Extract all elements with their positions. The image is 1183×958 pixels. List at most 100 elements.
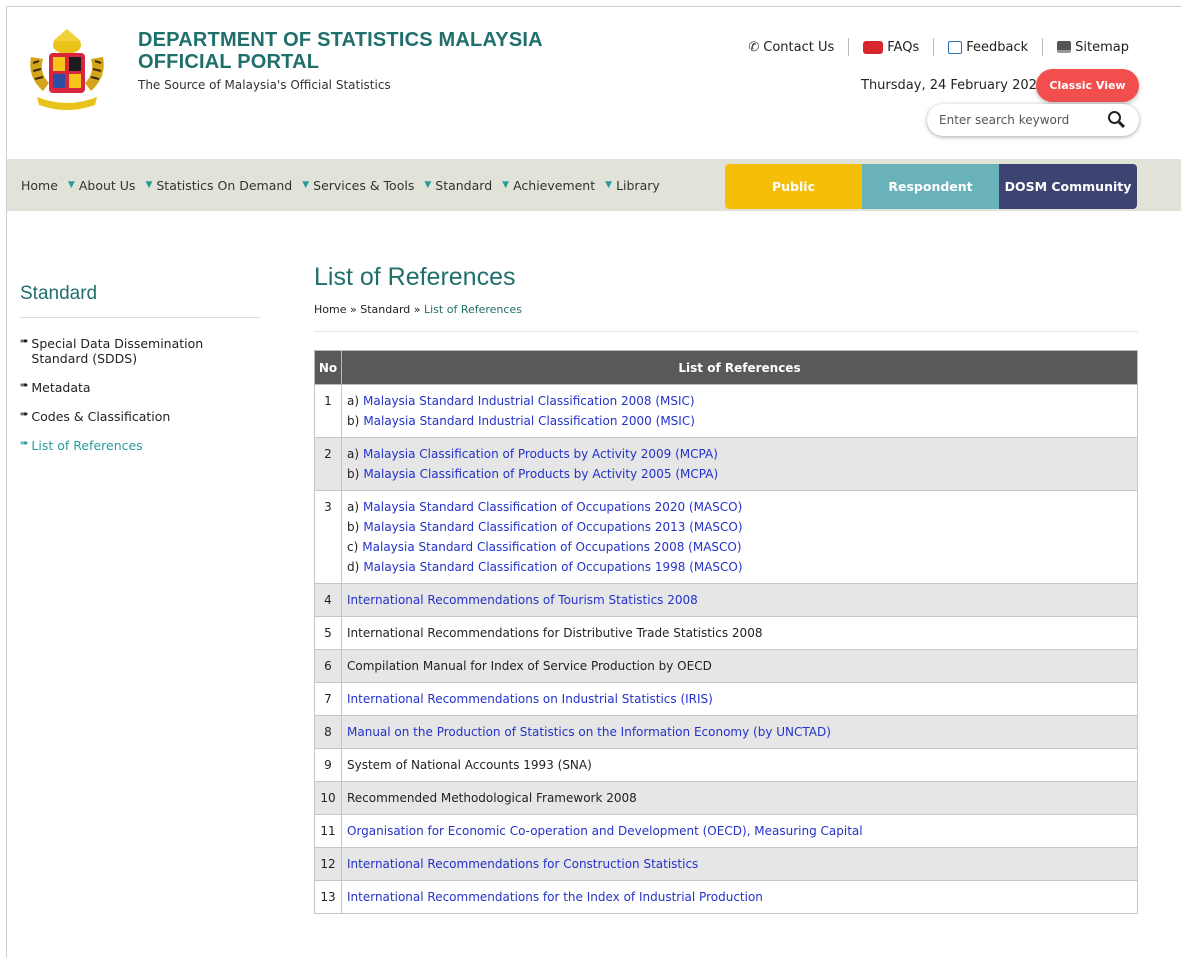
breadcrumb-home[interactable]: Home (314, 303, 346, 316)
nav-statistics-on-demand-label: Statistics On Demand (156, 177, 293, 193)
site-tagline: The Source of Malaysia's Official Statis… (138, 78, 391, 92)
arrow-right-icon: ➠ (20, 438, 29, 449)
reference-link[interactable]: Malaysia Standard Classification of Occu… (363, 500, 742, 514)
sitemap-link[interactable]: Sitemap (1042, 38, 1143, 56)
table-row: 13 International Recommendations for the … (314, 880, 1138, 914)
nav-services-tools-label: Services & Tools (313, 177, 415, 193)
contact-us-link[interactable]: ✆ Contact Us (748, 38, 848, 56)
reference-item-label: b) (347, 467, 360, 481)
reference-link[interactable]: Malaysia Standard Classification of Occu… (363, 560, 742, 574)
reference-item-label: b) (347, 520, 360, 534)
row-number: 5 (314, 616, 342, 650)
sidebar-item-label: Codes & Classification (31, 409, 171, 424)
reference-item: Manual on the Production of Statistics o… (347, 722, 1132, 742)
nav-home[interactable]: Home (21, 178, 58, 193)
reference-link[interactable]: Organisation for Economic Co-operation a… (347, 824, 863, 838)
reference-cell: Compilation Manual for Index of Service … (341, 649, 1138, 683)
reference-item-label: a) (347, 394, 360, 408)
sidebar-item-list-of-references[interactable]: ➠ List of References (20, 438, 260, 453)
reference-link[interactable]: International Recommendations for Constr… (347, 857, 698, 871)
reference-cell: a) Malaysia Standard Classification of Oc… (341, 490, 1138, 584)
reference-item-label: b) (347, 414, 360, 428)
reference-link[interactable]: Malaysia Standard Classification of Occu… (363, 520, 742, 534)
reference-item: b) Malaysia Standard Classification of Oc… (347, 517, 1132, 537)
reference-item: International Recommendations on Industr… (347, 689, 1132, 709)
reference-link[interactable]: International Recommendations on Industr… (347, 692, 713, 706)
search-icon[interactable] (1108, 111, 1121, 124)
reference-item: c) Malaysia Standard Classification of Oc… (347, 537, 1132, 557)
reference-item: b) Malaysia Standard Industrial Classific… (347, 411, 1132, 431)
feedback-link[interactable]: Feedback (933, 38, 1042, 56)
sidebar-item-label: Special Data Dissemination Standard (SDD… (31, 336, 204, 366)
nav-standard[interactable]: ▼ Standard (424, 178, 492, 193)
reference-link[interactable]: Malaysia Classification of Products by A… (363, 467, 718, 481)
page-title: List of References (314, 263, 516, 291)
row-number: 6 (314, 649, 342, 683)
audience-public-button[interactable]: Public (725, 164, 862, 209)
search-input[interactable] (939, 113, 1099, 127)
sitemap-icon (1057, 41, 1072, 53)
caret-down-icon: ▼ (302, 180, 310, 190)
faqs-label: FAQs (887, 39, 920, 55)
coat-of-arms-logo[interactable] (23, 27, 111, 113)
reference-item-label: a) (347, 447, 360, 461)
table-row: 6 Compilation Manual for Index of Service… (314, 649, 1138, 683)
nav-about-us[interactable]: ▼ About Us (68, 178, 136, 193)
reference-cell: System of National Accounts 1993 (SNA) (341, 748, 1138, 782)
table-row: 2 a) Malaysia Classification of Products b… (314, 437, 1138, 491)
sidebar-item-metadata[interactable]: ➠ Metadata (20, 380, 260, 395)
sidebar-item-sdds[interactable]: ➠ Special Data Dissemination Standard (SD… (20, 336, 260, 366)
sidebar: Standard ➠ Special Data Dissemination Sta… (20, 283, 260, 467)
nav-achievement[interactable]: ▼ Achievement (502, 178, 595, 193)
sidebar-item-codes-classification[interactable]: ➠ Codes & Classification (20, 409, 260, 424)
reference-cell: a) Malaysia Standard Industrial Classific… (341, 384, 1138, 438)
breadcrumb-standard[interactable]: Standard (360, 303, 410, 316)
reference-link[interactable]: Manual on the Production of Statistics o… (347, 725, 831, 739)
brand-block: DEPARTMENT OF STATISTICS MALAYSIA OFFICI… (138, 29, 543, 92)
caret-down-icon: ▼ (605, 180, 613, 190)
arrow-right-icon: ➠ (20, 380, 29, 391)
reference-link[interactable]: International Recommendations for the In… (347, 890, 763, 904)
faq-icon (863, 40, 884, 54)
table-row: 12 International Recommendations for Cons… (314, 847, 1138, 881)
nav-library-label: Library (616, 177, 660, 193)
breadcrumb-separator: » (413, 303, 421, 316)
reference-link[interactable]: Malaysia Standard Classification of Occu… (362, 540, 741, 554)
reference-link[interactable]: International Recommendations of Tourism… (347, 593, 698, 607)
audience-respondent-button[interactable]: Respondent (862, 164, 999, 209)
row-number: 4 (314, 583, 342, 617)
reference-text: Recommended Methodological Framework 200… (347, 791, 637, 805)
classic-view-button[interactable]: Classic View (1036, 69, 1139, 102)
row-number: 3 (314, 490, 342, 584)
search-box (927, 104, 1139, 136)
reference-cell: International Recommendations on Industr… (341, 682, 1138, 716)
reference-item: System of National Accounts 1993 (SNA) (347, 755, 1132, 775)
reference-link[interactable]: Malaysia Standard Industrial Classificat… (363, 394, 695, 408)
caret-down-icon: ▼ (67, 180, 75, 190)
caret-down-icon: ▼ (424, 180, 432, 190)
reference-item-label: c) (347, 540, 359, 554)
reference-link[interactable]: Malaysia Standard Industrial Classificat… (363, 414, 695, 428)
faqs-link[interactable]: FAQs (848, 38, 933, 56)
browser-viewport: DEPARTMENT OF STATISTICS MALAYSIA OFFICI… (6, 6, 1181, 958)
reference-cell: Manual on the Production of Statistics o… (341, 715, 1138, 749)
row-number: 1 (314, 384, 342, 438)
nav-services-tools[interactable]: ▼ Services & Tools (302, 178, 414, 193)
table-row: 1 a) Malaysia Standard Industrial Classifi… (314, 384, 1138, 438)
row-number: 12 (314, 847, 342, 881)
phone-icon: ✆ (748, 39, 760, 55)
reference-text: International Recommendations for Distri… (347, 626, 763, 640)
reference-text: System of National Accounts 1993 (SNA) (347, 758, 592, 772)
reference-cell: a) Malaysia Classification of Products by… (341, 437, 1138, 491)
arrow-right-icon: ➠ (20, 336, 29, 347)
nav-library[interactable]: ▼ Library (605, 178, 660, 193)
reference-item: International Recommendations for Distri… (347, 623, 1132, 643)
reference-cell: International Recommendations of Tourism… (341, 583, 1138, 617)
reference-link[interactable]: Malaysia Classification of Products by A… (363, 447, 718, 461)
reference-item: d) Malaysia Standard Classification of Oc… (347, 557, 1132, 577)
audience-dosm-community-button[interactable]: DOSM Community (999, 164, 1137, 209)
site-title-line1[interactable]: DEPARTMENT OF STATISTICS MALAYSIA (138, 29, 543, 51)
site-title-line2[interactable]: OFFICIAL PORTAL (138, 51, 543, 73)
nav-statistics-on-demand[interactable]: ▼ Statistics On Demand (145, 178, 292, 193)
reference-item: Organisation for Economic Co-operation a… (347, 821, 1132, 841)
